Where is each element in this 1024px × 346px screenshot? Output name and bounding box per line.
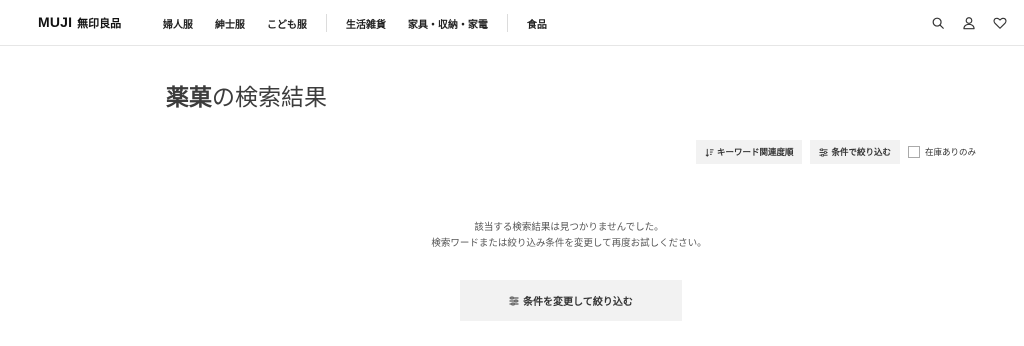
search-keyword: 薬菓 — [166, 85, 212, 111]
filter-sliders-icon — [819, 148, 829, 156]
category-nav: 婦人服 紳士服 こども服 生活雑貨 家具・収納・家電 食品 — [152, 0, 558, 46]
nav-item-household[interactable]: 生活雑貨 — [335, 16, 397, 31]
filter-button[interactable]: 条件で絞り込む — [810, 140, 900, 164]
nav-item-food[interactable]: 食品 — [516, 16, 558, 31]
logo-text-jp: 無印良品 — [77, 17, 122, 30]
sort-label: キーワード関連度順 — [716, 148, 794, 158]
header-icons — [917, 13, 1010, 33]
change-filter-label: 条件を変更して絞り込む — [523, 297, 633, 308]
in-stock-label: 在庫ありのみ — [924, 148, 976, 158]
nav-item-furniture[interactable]: 家具・収納・家電 — [397, 16, 499, 31]
sort-icon — [705, 148, 714, 157]
favorite-heart-icon[interactable] — [990, 13, 1010, 33]
page-title: 薬菓の検索結果 — [166, 78, 327, 112]
nav-item-kids[interactable]: こども服 — [256, 16, 318, 31]
nav-item-womens[interactable]: 婦人服 — [152, 16, 204, 31]
site-header: MUJI 無印良品 婦人服 紳士服 こども服 生活雑貨 家具・収納・家電 食品 — [0, 0, 1024, 46]
account-icon[interactable] — [959, 13, 979, 33]
result-controls: キーワード関連度順 条件で絞り込む 在庫ありのみ — [695, 140, 976, 164]
no-results-message: 該当する検索結果は見つかりませんでした。 検索ワードまたは絞り込み条件を変更して… — [0, 220, 1024, 252]
change-filter-button[interactable]: 条件を変更して絞り込む — [460, 280, 682, 321]
no-results-line-2: 検索ワードまたは絞り込み条件を変更して再度お試しください。 — [431, 238, 707, 249]
logo-text-en: MUJI — [38, 14, 73, 30]
in-stock-checkbox[interactable] — [907, 146, 920, 158]
no-results-line-1: 該当する検索結果は見つかりませんでした。 — [474, 222, 664, 233]
nav-divider — [326, 14, 327, 32]
nav-item-mens[interactable]: 紳士服 — [204, 16, 256, 31]
filter-label: 条件で絞り込む — [831, 148, 891, 158]
title-suffix: の検索結果 — [212, 85, 327, 111]
sort-button[interactable]: キーワード関連度順 — [695, 140, 803, 164]
search-icon[interactable] — [928, 13, 948, 33]
muji-logo[interactable]: MUJI 無印良品 — [38, 14, 121, 31]
filter-sliders-icon — [509, 296, 519, 305]
nav-divider — [507, 14, 508, 32]
in-stock-toggle[interactable]: 在庫ありのみ — [907, 146, 976, 158]
